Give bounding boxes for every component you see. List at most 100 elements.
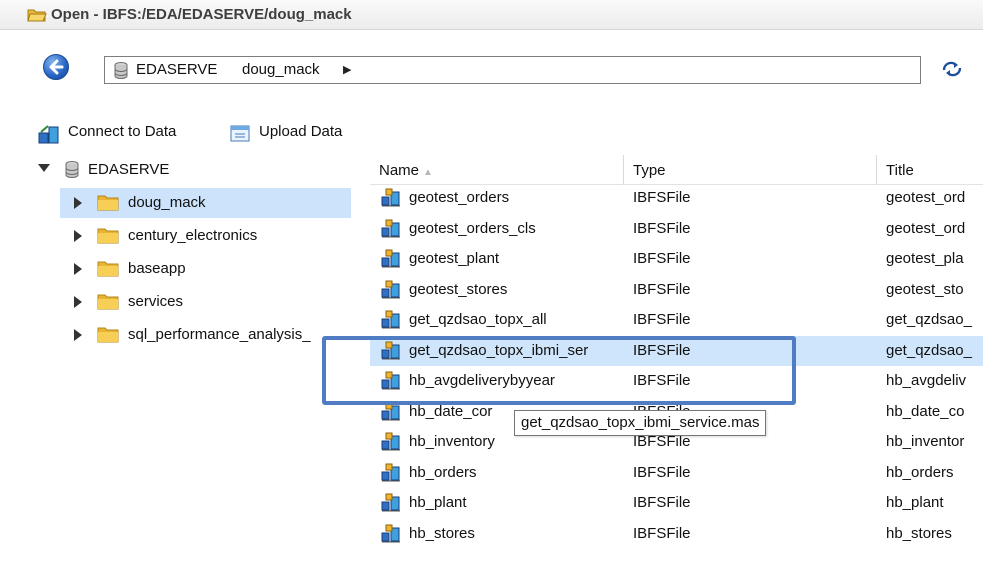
table-row[interactable]: geotest_orders_cls IBFSFile geotest_ord: [370, 214, 983, 244]
file-title-cell: hb_inventor: [886, 433, 965, 450]
file-title-cell: hb_plant: [886, 494, 944, 511]
expand-caret-icon[interactable]: [38, 164, 50, 172]
master-file-icon: [381, 371, 400, 390]
file-type-cell: IBFSFile: [633, 219, 691, 237]
file-title-cell: get_qzdsao_: [886, 341, 972, 359]
expand-caret-icon[interactable]: [74, 329, 82, 341]
open-folder-icon: [27, 9, 47, 22]
master-file-icon: [381, 280, 400, 298]
master-file-icon: [381, 188, 400, 207]
table-row[interactable]: geotest_plant IBFSFile geotest_pla: [370, 244, 983, 274]
connect-to-data-button[interactable]: Connect to Data: [38, 122, 218, 144]
folder-icon: [97, 228, 119, 244]
path-breadcrumb-bar[interactable]: EDASERVE doug_mack ▶: [104, 56, 921, 84]
file-title-cell: hb_date_co: [886, 402, 965, 420]
tree-node-century-electronics[interactable]: century_electronics: [60, 221, 360, 251]
file-type-cell: IBFSFile: [633, 341, 691, 359]
master-file-icon: [381, 310, 400, 329]
table-row[interactable]: geotest_stores IBFSFile geotest_sto: [370, 275, 983, 305]
master-file-icon: [381, 493, 400, 512]
table-row[interactable]: get_qzdsao_topx_ibmi_ser IBFSFile get_qzds…: [370, 335, 983, 366]
tree-node-doug-mack[interactable]: doug_mack: [60, 188, 351, 218]
table-row[interactable]: get_qzdsao_topx_all IBFSFile get_qzdsao_: [370, 305, 983, 335]
upload-data-label: Upload Data: [259, 123, 343, 140]
tree-label: services: [128, 293, 184, 310]
file-title-cell: get_qzdsao_: [886, 311, 972, 328]
expand-caret-icon[interactable]: [74, 263, 82, 275]
file-title-cell: hb_stores: [886, 524, 952, 542]
column-header-name-label: Name: [379, 162, 420, 179]
master-file-icon: [381, 341, 400, 359]
file-title-cell: geotest_pla: [886, 250, 964, 267]
file-name-cell: get_qzdsao_topx_ibmi_ser: [409, 341, 589, 359]
file-title-cell: hb_orders: [886, 463, 954, 481]
file-title-cell: geotest_ord: [886, 189, 966, 206]
folder-icon: [97, 294, 119, 310]
file-title-cell: geotest_ord: [886, 219, 966, 237]
column-header-type-label: Type: [633, 162, 666, 179]
file-type-cell: IBFSFile: [633, 280, 691, 298]
sort-ascending-icon: ▲: [423, 167, 433, 178]
back-button[interactable]: [43, 54, 69, 80]
folder-tree: EDASERVE doug_mack century_electronics b…: [0, 155, 370, 355]
column-header-type[interactable]: Type: [624, 155, 877, 185]
table-row[interactable]: hb_stores IBFSFile hb_stores: [370, 519, 983, 549]
upload-data-icon: [230, 125, 250, 142]
file-type-cell: IBFSFile: [633, 250, 691, 267]
file-name-cell: hb_avgdeliverybyyear: [409, 372, 555, 389]
file-name-cell: geotest_plant: [409, 250, 500, 267]
file-list-grid: Name ▲ Type Title geotest_orders IBFSFile g…: [370, 155, 983, 584]
file-title-cell: geotest_sto: [886, 280, 964, 298]
database-icon: [65, 161, 79, 178]
breadcrumb-edaserve[interactable]: EDASERVE: [136, 61, 217, 78]
file-type-cell: IBFSFile: [633, 494, 691, 511]
column-header-title[interactable]: Title: [877, 155, 983, 185]
column-header-title-label: Title: [886, 162, 914, 179]
expand-caret-icon[interactable]: [74, 197, 82, 209]
master-file-icon: [381, 402, 400, 420]
tree-node-sql-performance-analysis[interactable]: sql_performance_analysis_: [60, 320, 370, 350]
folder-icon: [97, 261, 119, 277]
file-type-cell: IBFSFile: [633, 189, 691, 206]
table-row[interactable]: hb_orders IBFSFile hb_orders: [370, 458, 983, 488]
connect-data-icon: [38, 125, 59, 144]
file-name-cell: geotest_orders_cls: [409, 219, 536, 237]
window-title: Open - IBFS:/EDA/EDASERVE/doug_mack: [51, 6, 352, 23]
tree-node-services[interactable]: services: [60, 287, 360, 317]
database-icon: [114, 62, 128, 79]
filename-tooltip: get_qzdsao_topx_ibmi_service.mas: [514, 410, 767, 436]
file-name-cell: hb_plant: [409, 494, 467, 511]
back-arrow-icon: [49, 59, 64, 75]
file-name-cell: hb_orders: [409, 463, 477, 481]
file-name-cell: geotest_orders: [409, 189, 510, 206]
tree-label: century_electronics: [128, 227, 258, 244]
file-name-cell: get_qzdsao_topx_all: [409, 311, 547, 328]
file-name-cell: geotest_stores: [409, 280, 508, 298]
file-name-cell: hb_stores: [409, 524, 475, 542]
expand-caret-icon[interactable]: [74, 230, 82, 242]
table-row[interactable]: hb_avgdeliverybyyear IBFSFile hb_avgdeliv: [370, 366, 983, 396]
column-header-name[interactable]: Name ▲: [370, 155, 624, 185]
table-row[interactable]: hb_plant IBFSFile hb_plant: [370, 488, 983, 518]
tree-label: doug_mack: [128, 194, 206, 211]
connect-to-data-label: Connect to Data: [68, 123, 177, 140]
expand-caret-icon[interactable]: [74, 296, 82, 308]
file-type-cell: IBFSFile: [633, 372, 691, 389]
refresh-icon[interactable]: [940, 58, 964, 80]
tree-node-edaserve[interactable]: EDASERVE: [0, 155, 370, 185]
tree-label: EDASERVE: [88, 161, 170, 178]
file-type-cell: IBFSFile: [633, 311, 691, 328]
file-type-cell: IBFSFile: [633, 463, 691, 481]
breadcrumb-doug-mack[interactable]: doug_mack: [242, 61, 320, 78]
table-row[interactable]: geotest_orders IBFSFile geotest_ord: [370, 183, 983, 213]
breadcrumb-chevron-icon[interactable]: ▶: [343, 63, 351, 76]
folder-icon: [97, 327, 119, 343]
tree-node-baseapp[interactable]: baseapp: [60, 254, 360, 284]
tree-label: sql_performance_analysis_: [128, 326, 311, 343]
file-title-cell: hb_avgdeliv: [886, 372, 967, 389]
upload-data-button[interactable]: Upload Data: [229, 122, 369, 144]
master-file-icon: [381, 219, 400, 237]
folder-icon: [97, 195, 119, 211]
file-type-cell: IBFSFile: [633, 524, 691, 542]
master-file-icon: [381, 432, 400, 451]
